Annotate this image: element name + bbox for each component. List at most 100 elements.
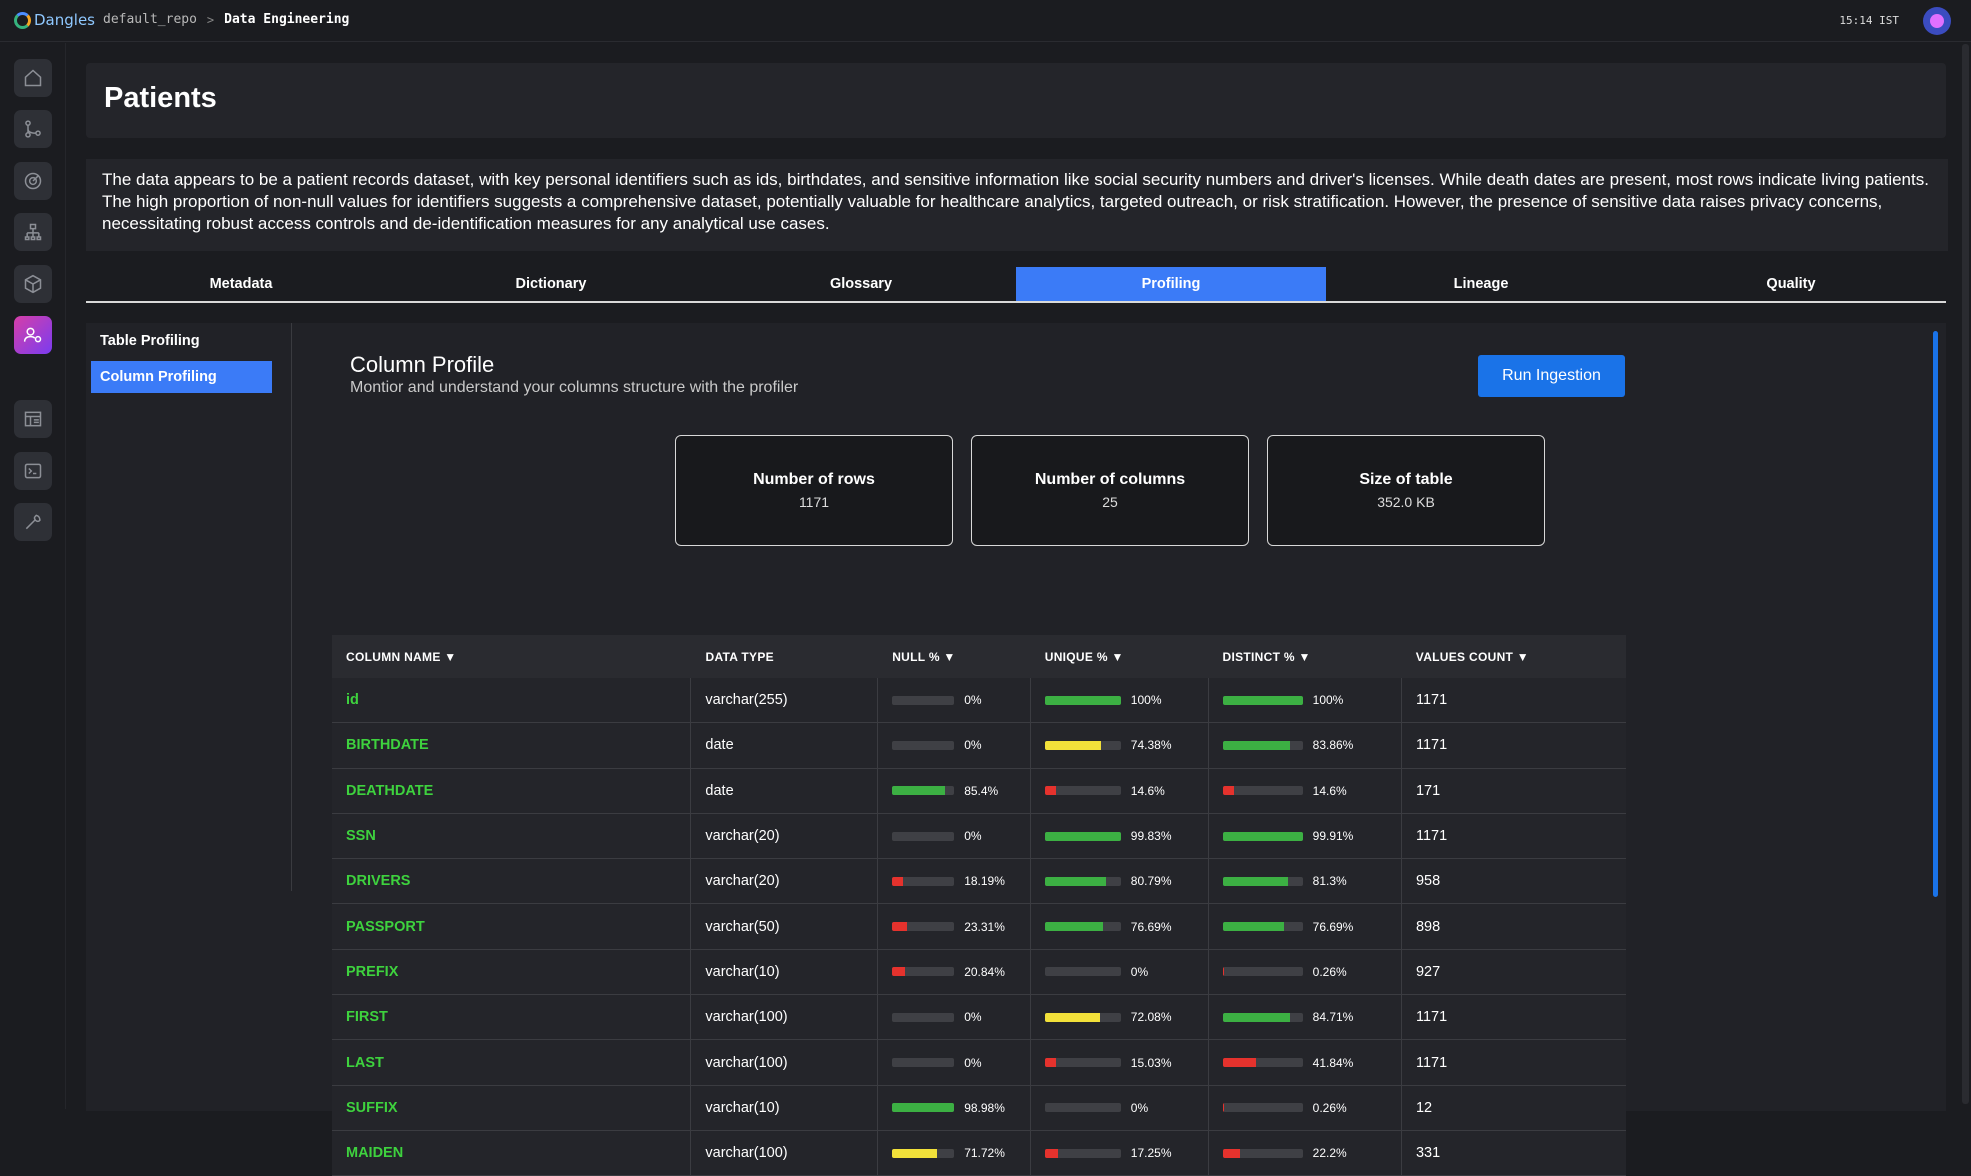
app-logo[interactable]: Dangles: [14, 11, 95, 29]
tab-glossary[interactable]: Glossary: [706, 267, 1016, 301]
column-name-link[interactable]: PREFIX: [332, 949, 692, 995]
table-row[interactable]: SUFFIX varchar(10) 98.98% 0% 0.26% 12: [332, 1085, 1626, 1131]
table-icon[interactable]: [14, 400, 52, 438]
hierarchy-icon[interactable]: [14, 213, 52, 251]
header-unique-pct[interactable]: UNIQUE % ▼: [1031, 650, 1209, 664]
unique-pct-cell: 14.6%: [1031, 768, 1209, 813]
home-icon[interactable]: [14, 59, 52, 97]
stat-value: 25: [1102, 494, 1118, 510]
tab-profiling[interactable]: Profiling: [1016, 267, 1326, 301]
header-distinct-pct[interactable]: DISTINCT % ▼: [1209, 650, 1402, 664]
header-values-count[interactable]: VALUES COUNT ▼: [1402, 650, 1626, 664]
unique-pct-fill: [1044, 876, 1107, 886]
values-count: 1171: [1415, 828, 1448, 845]
values-count: 1171: [1415, 1009, 1448, 1026]
unique-pct-cell: 0%: [1031, 1085, 1209, 1130]
unique-pct-value: 76.69%: [1130, 919, 1172, 934]
git-branch-icon[interactable]: [14, 110, 52, 148]
table-row[interactable]: DRIVERS varchar(20) 18.19% 80.79% 81.3% 958: [332, 859, 1626, 905]
unique-pct-cell: 99.83%: [1031, 813, 1209, 859]
section-title: Column Profile: [350, 352, 495, 377]
column-name-link[interactable]: DRIVERS: [332, 859, 692, 904]
unique-pct-bar: [1044, 740, 1121, 750]
radar-icon[interactable]: [14, 162, 52, 200]
wrench-icon[interactable]: [14, 503, 52, 541]
column-name-link[interactable]: SSN: [332, 813, 692, 859]
null-pct-bar: [892, 740, 955, 750]
breadcrumb-repo[interactable]: default_repo: [103, 12, 197, 27]
column-name-link[interactable]: FIRST: [332, 995, 692, 1040]
null-pct-fill: [892, 876, 904, 886]
unique-pct-bar: [1044, 1103, 1121, 1113]
tab-quality[interactable]: Quality: [1636, 267, 1946, 301]
column-name-link[interactable]: LAST: [332, 1040, 692, 1085]
data-type: varchar(100): [691, 995, 879, 1040]
profiling-menu: Table Profiling Column Profiling: [86, 323, 292, 891]
table-row[interactable]: MAIDEN varchar(100) 71.72% 17.25% 22.2% 331: [332, 1130, 1626, 1176]
column-profile-table: COLUMN NAME ▼ DATA TYPE NULL % ▼ UNIQUE …: [332, 635, 1626, 1176]
panel-scrollbar[interactable]: [1933, 331, 1938, 897]
user-settings-icon[interactable]: [14, 316, 52, 354]
page-scrollbar[interactable]: [1962, 44, 1969, 1104]
tab-dictionary[interactable]: Dictionary: [396, 267, 706, 301]
tab-lineage[interactable]: Lineage: [1326, 267, 1636, 301]
unique-pct-fill: [1044, 1148, 1058, 1158]
side-nav: [0, 43, 66, 1109]
unique-pct-fill: [1044, 922, 1104, 932]
table-row[interactable]: PASSPORT varchar(50) 23.31% 76.69% 76.69% 898: [332, 904, 1626, 950]
data-type: date: [691, 768, 879, 813]
distinct-pct-bar: [1222, 695, 1303, 705]
run-ingestion-button[interactable]: Run Ingestion: [1478, 355, 1625, 397]
distinct-pct-cell: 83.86%: [1209, 723, 1402, 768]
tab-bar: Metadata Dictionary Glossary Profiling L…: [86, 267, 1946, 303]
column-name-link[interactable]: MAIDEN: [332, 1130, 692, 1176]
avatar[interactable]: [1923, 7, 1951, 35]
null-pct-value: 0%: [964, 1010, 982, 1025]
unique-pct-value: 74.38%: [1130, 738, 1172, 753]
unique-pct-cell: 100%: [1031, 678, 1209, 723]
title-card: Patients: [86, 63, 1946, 138]
cube-icon[interactable]: [14, 265, 52, 303]
table-row[interactable]: FIRST varchar(100) 0% 72.08% 84.71% 1171: [332, 995, 1626, 1041]
distinct-pct-bar: [1222, 922, 1303, 932]
unique-pct-fill: [1044, 695, 1121, 705]
column-name-link[interactable]: PASSPORT: [332, 904, 692, 949]
column-name-link[interactable]: BIRTHDATE: [332, 723, 692, 768]
column-name-link[interactable]: DEATHDATE: [332, 768, 692, 813]
null-pct-value: 0%: [964, 738, 982, 753]
menu-table-profiling[interactable]: Table Profiling: [91, 325, 272, 357]
distinct-pct-bar: [1222, 1148, 1303, 1158]
null-pct-fill: [892, 786, 946, 796]
distinct-pct-value: 41.84%: [1312, 1055, 1354, 1070]
table-row[interactable]: DEATHDATE date 85.4% 14.6% 14.6% 171: [332, 768, 1626, 814]
menu-column-profiling[interactable]: Column Profiling: [91, 361, 272, 393]
header-null-pct[interactable]: NULL % ▼: [878, 650, 1031, 664]
null-pct-cell: 85.4%: [878, 768, 1031, 813]
stat-label: Number of columns: [1034, 471, 1186, 488]
table-row[interactable]: PREFIX varchar(10) 20.84% 0% 0.26% 927: [332, 949, 1626, 996]
table-row[interactable]: id varchar(255) 0% 100% 100% 1171: [332, 678, 1626, 724]
stat-card-columns: Number of columns 25: [971, 435, 1249, 546]
unique-pct-cell: 74.38%: [1031, 723, 1209, 768]
null-pct-cell: 18.19%: [878, 859, 1031, 904]
table-row[interactable]: BIRTHDATE date 0% 74.38% 83.86% 1171: [332, 723, 1626, 769]
breadcrumb-current[interactable]: Data Engineering: [224, 12, 349, 27]
values-count: 1171: [1415, 692, 1448, 709]
column-name-link[interactable]: id: [332, 678, 692, 723]
terminal-icon[interactable]: [14, 452, 52, 490]
null-pct-cell: 0%: [878, 723, 1031, 768]
null-pct-bar: [892, 1148, 955, 1158]
null-pct-cell: 0%: [878, 813, 1031, 859]
stat-label: Size of table: [1359, 471, 1453, 488]
unique-pct-bar: [1044, 1148, 1121, 1158]
null-pct-bar: [892, 695, 955, 705]
table-row[interactable]: LAST varchar(100) 0% 15.03% 41.84% 1171: [332, 1040, 1626, 1086]
table-row[interactable]: SSN varchar(20) 0% 99.83% 99.91% 1171: [332, 813, 1626, 860]
stat-value: 1171: [798, 494, 830, 510]
tab-metadata[interactable]: Metadata: [86, 267, 396, 301]
section-subtitle: Montior and understand your columns stru…: [350, 379, 799, 396]
column-name-link[interactable]: SUFFIX: [332, 1085, 692, 1130]
header-column-name[interactable]: COLUMN NAME ▼: [332, 650, 691, 664]
header-data-type: DATA TYPE: [705, 649, 774, 664]
distinct-pct-fill: [1222, 831, 1303, 841]
